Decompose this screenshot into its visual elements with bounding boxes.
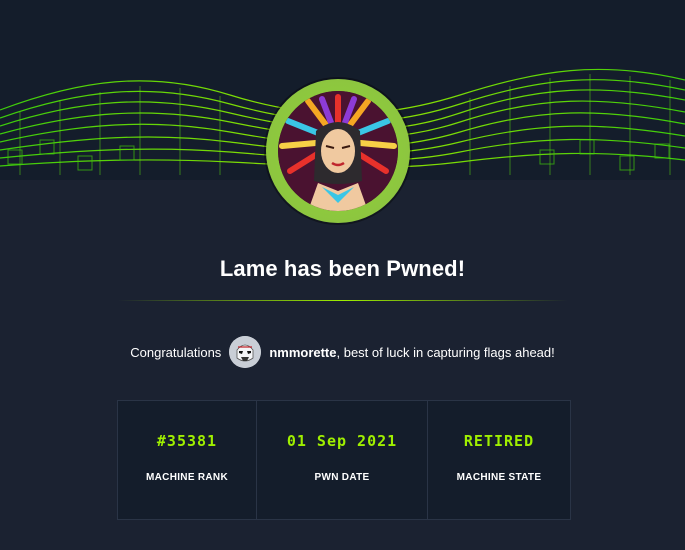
stat-machine-state: RETIRED MACHINE STATE: [428, 401, 570, 519]
congrats-suffix: , best of luck in capturing flags ahead!: [336, 344, 555, 360]
machine-avatar-icon: [278, 91, 398, 211]
stat-value: 01 Sep 2021: [286, 432, 398, 450]
title-divider: [118, 300, 568, 301]
page-title: Lame has been Pwned!: [219, 256, 466, 281]
stat-value: #35381: [156, 432, 218, 450]
stormtrooper-avatar-icon[interactable]: [229, 336, 262, 368]
stat-pwn-date: 01 Sep 2021 PWN DATE: [257, 401, 428, 519]
stat-label: PWN DATE: [314, 472, 370, 483]
username-link[interactable]: nmmorette: [269, 345, 336, 360]
stat-value: RETIRED: [463, 432, 535, 450]
stat-label: MACHINE RANK: [146, 472, 228, 483]
stat-machine-rank: #35381 MACHINE RANK: [118, 401, 257, 519]
congrats-prefix: Congratulations: [130, 344, 222, 360]
congratulations-message: Congratulations nmmorette , best of luck…: [0, 334, 685, 370]
machine-stats: #35381 MACHINE RANK 01 Sep 2021 PWN DATE…: [117, 400, 571, 520]
stat-label: MACHINE STATE: [456, 472, 542, 483]
machine-avatar: [266, 79, 410, 223]
